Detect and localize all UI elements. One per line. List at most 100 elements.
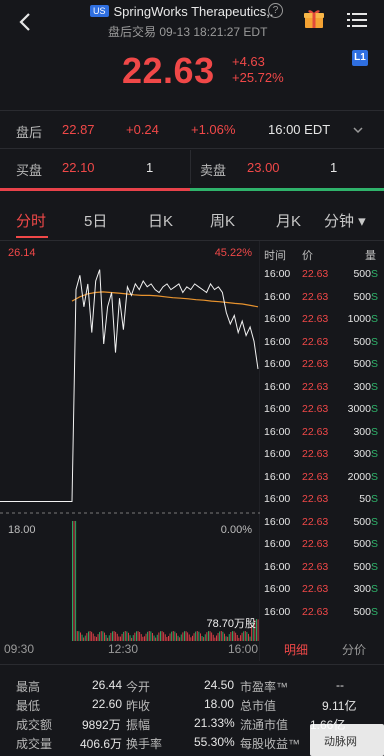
tick-time: 16:00	[264, 425, 291, 438]
stat-open-value: 24.50	[204, 678, 235, 692]
base-price-label: 18.00	[8, 524, 36, 536]
price-line	[0, 269, 259, 503]
axis-end: 16:00	[228, 642, 259, 656]
volume-bar	[225, 636, 227, 641]
tick-price: 22.63	[302, 583, 329, 595]
header: US SpringWorks Therapeutics,. ? 盘后交易 09-…	[0, 0, 384, 110]
tab-monthly-k[interactable]: 月K	[276, 210, 301, 231]
tick-volume-value: 500	[353, 290, 371, 303]
bid-bar	[0, 188, 190, 191]
volume-bar	[140, 634, 142, 641]
volume-bar	[212, 634, 214, 641]
ask-size: 1	[330, 160, 338, 175]
intraday-chart[interactable]: 26.14 45.22% 18.00 0.00% 78.70万股	[0, 241, 260, 661]
tick-row: 16:00 22.63 50S	[262, 493, 384, 515]
stat-open-label: 今开	[126, 680, 151, 694]
volume-bar	[227, 636, 229, 641]
stat-mcap-label: 总市值	[240, 699, 277, 713]
volume-bar	[145, 633, 147, 641]
volume-bar	[105, 635, 107, 641]
tick-time: 16:00	[264, 313, 291, 325]
session-subtitle: 盘后交易 09-13 18:21:27 EDT	[108, 25, 268, 39]
volume-bar	[246, 631, 248, 641]
tick-price: 22.63	[302, 335, 329, 348]
volume-bar	[139, 632, 141, 641]
tick-side: S	[370, 380, 378, 393]
tick-price: 22.63	[302, 268, 329, 280]
stat-turnover-label: 成交额	[16, 718, 53, 732]
volume-bar	[137, 631, 139, 641]
volume-bar	[134, 632, 136, 641]
stat-volume-value: 406.6万	[80, 737, 123, 751]
volume-bar	[196, 631, 198, 641]
tick-volume: 2000S	[348, 471, 378, 483]
max-price-label: 26.14	[8, 247, 36, 259]
stat-volume-label: 成交量	[16, 737, 53, 751]
gift-icon[interactable]	[303, 8, 325, 30]
help-icon[interactable]: ?	[268, 3, 283, 18]
volume-bar	[204, 634, 206, 641]
tab-daily-k[interactable]: 日K	[148, 210, 173, 231]
divider	[190, 150, 191, 184]
tick-row: 16:00 22.63 500S	[262, 538, 384, 560]
volume-bar	[94, 636, 96, 641]
volume-bar	[257, 619, 259, 641]
max-pct-label: 45.22%	[215, 247, 253, 259]
volume-bar	[115, 631, 117, 641]
volume-bar	[118, 636, 120, 641]
divider	[0, 110, 384, 111]
tab-5day[interactable]: 5日	[84, 210, 107, 231]
tick-time: 16:00	[264, 493, 291, 505]
volume-bar	[113, 631, 115, 641]
tick-volume-value: 500	[353, 605, 371, 618]
volume-bar	[244, 631, 246, 641]
volume-bar	[126, 631, 128, 641]
volume-bar	[169, 633, 171, 641]
tab-minute[interactable]: 分钟 ▾	[324, 210, 366, 231]
volume-bar	[102, 631, 104, 641]
tick-volume: 500S	[353, 268, 378, 280]
menu-icon[interactable]	[347, 12, 367, 28]
stat-pe-value: --	[336, 678, 344, 692]
volume-bar	[203, 637, 205, 641]
volume-bar	[129, 635, 131, 641]
tick-price: 22.63	[302, 380, 329, 393]
tick-row: 16:00 22.63 500S	[262, 358, 384, 380]
tick-side: S	[370, 515, 378, 528]
tick-side: S	[370, 313, 378, 325]
tab-intraday[interactable]: 分时	[16, 210, 46, 231]
tick-volume-value: 300	[353, 448, 371, 460]
tick-volume: 3000S	[348, 403, 378, 415]
tick-time: 16:00	[264, 470, 291, 483]
back-arrow-icon[interactable]	[14, 10, 38, 34]
divider	[0, 148, 384, 149]
afterhours-time: 16:00 EDT	[268, 122, 331, 137]
tick-side: S	[370, 403, 378, 415]
ticks-header-vol: 量	[365, 250, 376, 262]
price-change: +4.63	[232, 54, 265, 69]
volume-bar	[217, 633, 219, 641]
tick-row: 16:00 22.63 500S	[262, 268, 384, 290]
base-pct-label: 0.00%	[221, 524, 252, 536]
volume-bar	[166, 637, 168, 641]
volume-bar	[256, 619, 257, 641]
volume-bar	[104, 632, 105, 641]
tick-volume: 300S	[353, 448, 378, 460]
chevron-down-icon[interactable]	[352, 124, 364, 136]
tab-detail[interactable]: 明细	[284, 641, 308, 658]
volume-bar	[152, 633, 153, 641]
afterhours-change-pct: +1.06%	[191, 122, 236, 137]
tab-weekly-k[interactable]: 周K	[210, 210, 235, 231]
level1-badge[interactable]: L1	[352, 50, 368, 66]
stat-tr-label: 换手率	[126, 737, 163, 751]
tick-price: 22.63	[302, 403, 329, 415]
volume-bar	[179, 637, 181, 641]
volume-bar	[249, 636, 251, 641]
tick-volume-value: 2000	[347, 470, 371, 483]
tab-price-split[interactable]: 分价	[342, 641, 366, 658]
tick-price: 22.63	[302, 493, 329, 505]
volume-bar	[78, 631, 80, 641]
volume-bar	[156, 634, 158, 641]
volume-bar	[228, 634, 230, 641]
volume-bar	[206, 632, 208, 641]
